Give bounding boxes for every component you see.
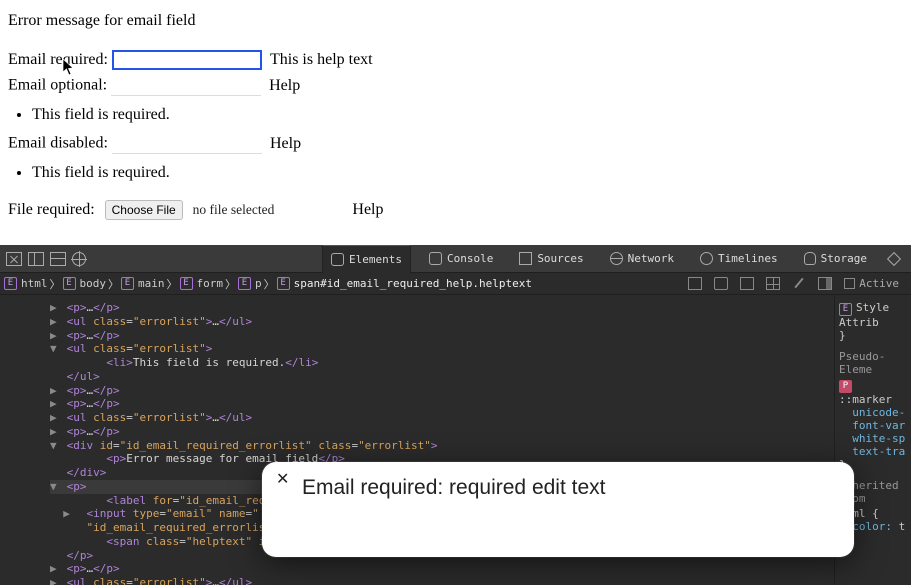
input-email-required[interactable] bbox=[112, 50, 262, 70]
helptext-email-disabled: Help bbox=[270, 135, 301, 152]
tab-timelines[interactable]: Timelines bbox=[692, 245, 786, 273]
breadcrumb-item[interactable]: Eform bbox=[180, 277, 224, 290]
choose-file-button[interactable]: Choose File bbox=[105, 200, 183, 220]
breadcrumb-item[interactable]: Emain bbox=[121, 277, 165, 290]
tab-elements[interactable]: Elements bbox=[322, 245, 411, 273]
network-icon bbox=[610, 252, 623, 265]
toggle-classes-icon[interactable] bbox=[688, 277, 702, 290]
tab-storage[interactable]: Storage bbox=[796, 245, 875, 273]
row-file-required: File required: Choose File no file selec… bbox=[8, 200, 903, 220]
helptext-email-required: This is help text bbox=[270, 51, 373, 68]
breadcrumb-item[interactable]: Espan#id_email_required_help.helptext bbox=[277, 277, 532, 290]
dom-tree-line[interactable]: <li>This field is required.</li> bbox=[50, 356, 834, 370]
css-prop: unicode- bbox=[839, 406, 907, 419]
timelines-icon bbox=[700, 252, 713, 265]
errorlist-email-optional: This field is required. bbox=[32, 106, 903, 124]
console-icon bbox=[429, 252, 442, 265]
toggle-sidebar-icon[interactable] bbox=[818, 277, 832, 290]
tab-network[interactable]: Network bbox=[602, 245, 682, 273]
pseudo-selector: ::marker bbox=[839, 393, 892, 406]
label-email-optional: Email optional: bbox=[8, 77, 107, 94]
checkbox-icon bbox=[844, 278, 855, 289]
close-tooltip-button[interactable]: ✕ bbox=[276, 474, 290, 488]
dom-tree-line[interactable]: ▼ <div id="id_email_required_errorlist" … bbox=[50, 439, 834, 453]
row-email-required: Email required: This is help text bbox=[8, 50, 903, 70]
dom-tree-line[interactable]: ▶ <p>…</p> bbox=[50, 329, 834, 343]
row-email-disabled: Email disabled: Help bbox=[8, 134, 903, 154]
error-item: This field is required. bbox=[32, 164, 903, 182]
grid-icon[interactable] bbox=[766, 277, 780, 290]
helptext-email-optional: Help bbox=[269, 77, 300, 94]
row-email-optional: Email optional: Help bbox=[8, 76, 903, 96]
tab-console[interactable]: Console bbox=[421, 245, 501, 273]
dom-tree-line[interactable]: ▶ <ul class="errorlist">…</ul> bbox=[50, 315, 834, 329]
pseudo-elements-header: Pseudo-Eleme bbox=[839, 350, 907, 376]
error-message-email-required: Error message for email field bbox=[8, 12, 903, 30]
dock-side-icon[interactable] bbox=[28, 252, 44, 266]
breadcrumb-item[interactable]: Ehtml bbox=[4, 277, 48, 290]
dom-tree-line[interactable]: ▶ <p>…</p> bbox=[50, 425, 834, 439]
tab-layers[interactable] bbox=[885, 245, 905, 273]
breadcrumb-item[interactable]: Ep bbox=[238, 277, 262, 290]
dom-tree-line[interactable]: ▶ <ul class="errorlist">…</ul> bbox=[50, 411, 834, 425]
active-filter[interactable]: Active bbox=[844, 277, 899, 290]
dom-tree-line[interactable]: ▶ <p>…</p> bbox=[50, 562, 834, 576]
dom-tree-line[interactable]: ▶ <ul class="errorlist">…</ul> bbox=[50, 576, 834, 585]
dom-tree-line[interactable]: ▶ <p>…</p> bbox=[50, 301, 834, 315]
sources-icon bbox=[519, 252, 532, 265]
tab-label: Network bbox=[628, 252, 674, 265]
active-filter-label: Active bbox=[859, 277, 899, 290]
breadcrumb-item[interactable]: Ebody bbox=[63, 277, 107, 290]
layers-icon bbox=[887, 251, 901, 265]
label-email-disabled: Email disabled: bbox=[8, 135, 108, 152]
close-devtools-icon[interactable] bbox=[6, 252, 22, 266]
input-email-optional[interactable] bbox=[111, 76, 261, 96]
tab-label: Elements bbox=[349, 253, 402, 266]
tab-label: Timelines bbox=[718, 252, 778, 265]
tab-label: Sources bbox=[537, 252, 583, 265]
print-styles-icon[interactable] bbox=[714, 277, 728, 290]
error-item: This field is required. bbox=[32, 106, 903, 124]
file-status: no file selected bbox=[193, 202, 275, 217]
tab-label: Console bbox=[447, 252, 493, 265]
label-email-required: Email required: bbox=[8, 51, 108, 68]
edit-icon[interactable] bbox=[792, 277, 806, 290]
helptext-file-required: Help bbox=[352, 201, 383, 219]
page-content: Error message for email field Email requ… bbox=[0, 0, 911, 245]
element-picker-icon[interactable] bbox=[72, 252, 86, 266]
input-email-disabled bbox=[112, 134, 262, 154]
accessibility-tooltip: ✕ Email required: required edit text bbox=[262, 462, 854, 557]
css-prop: text-tra bbox=[839, 445, 907, 458]
dom-tree-line[interactable]: ▶ <p>…</p> bbox=[50, 384, 834, 398]
elements-icon bbox=[331, 253, 344, 266]
tooltip-text: Email required: required edit text bbox=[302, 476, 836, 500]
css-prop: white-sp bbox=[839, 432, 907, 445]
tab-sources[interactable]: Sources bbox=[511, 245, 591, 273]
label-file-required: File required: bbox=[8, 201, 95, 218]
storage-icon bbox=[804, 252, 816, 265]
tab-label: Storage bbox=[821, 252, 867, 265]
dom-tree-line[interactable]: ▶ <p>…</p> bbox=[50, 397, 834, 411]
devtools-toolbar: Elements Console Sources Network Timelin… bbox=[0, 245, 911, 273]
errorlist-email-disabled: This field is required. bbox=[32, 164, 903, 182]
dom-tree-line[interactable]: ▼ <ul class="errorlist"> bbox=[50, 342, 834, 356]
dom-tree-line[interactable]: </ul> bbox=[50, 370, 834, 384]
css-prop: font-var bbox=[839, 419, 907, 432]
dock-bottom-icon[interactable] bbox=[50, 252, 66, 266]
dom-breadcrumb: Ehtml〉Ebody〉Emain〉Eform〉Ep〉Espan#id_emai… bbox=[0, 273, 911, 295]
css-prop: color: bbox=[852, 520, 892, 533]
box-model-icon[interactable] bbox=[740, 277, 754, 290]
